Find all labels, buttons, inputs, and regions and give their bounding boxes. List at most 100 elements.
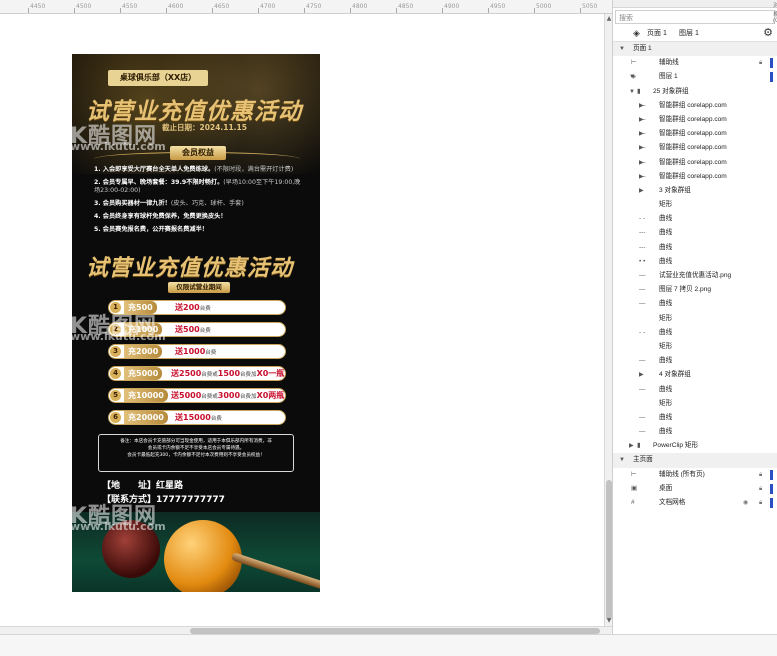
tree-row-label: 智能群组 corelapp.com (659, 158, 727, 166)
billiards-poster[interactable]: 桌球俱乐部（XX店） 试营业充值优惠活动 截止日期：2024.11.15 会员权… (72, 54, 320, 592)
tree-row[interactable]: ▶ — 智能群组 corelapp.com (613, 127, 777, 141)
object-type-icon: — (639, 272, 646, 279)
tree-row-label: 主页面 (633, 456, 653, 464)
benefit-text: 5. 会员赛免报名费，公开赛报名费减半！ (94, 226, 208, 233)
tree-row[interactable]: - - 曲线 (613, 212, 777, 226)
tree-row-label: 辅助线 (659, 59, 679, 67)
lock-icon[interactable]: 🔒︎ (759, 468, 762, 482)
tree-row[interactable]: — 试营业充值优惠活动.png (613, 269, 777, 283)
object-type-icon: — (639, 130, 646, 138)
object-type-icon: — (639, 286, 646, 294)
ruler-tick-mark (212, 8, 213, 13)
chevron-right-icon[interactable]: ▶ (629, 439, 634, 453)
tree-row[interactable]: — 曲线 (613, 297, 777, 311)
eye-icon[interactable]: ◉ (743, 496, 748, 510)
tree-row[interactable]: ▶ — 智能群组 corelapp.com (613, 170, 777, 184)
tree-row[interactable]: ▶ — 智能群组 corelapp.com (613, 141, 777, 155)
ruler-tick-mark (304, 8, 305, 13)
ruler-tick-mark (580, 8, 581, 13)
benefits-list: 1. 入会即享受大厅赛台全天单人免费练球。(不限时段，满台需开灯计费) 2. 会员… (94, 166, 306, 239)
tree-row[interactable]: - - 曲线 (613, 326, 777, 340)
watermark-url: www.ikutu.com (72, 140, 166, 153)
tree-row[interactable]: --- 曲线 (613, 226, 777, 240)
tree-row[interactable]: --- 曲线 (613, 241, 777, 255)
tree-row[interactable]: 矩形 (613, 312, 777, 326)
tier-bonus: 送1000台费 (175, 345, 216, 358)
tree-row-label: 智能群组 corelapp.com (659, 144, 727, 152)
chevron-down-icon[interactable]: ▼ (629, 85, 635, 99)
tier-bonus: 送2500台费或1500台费加X0一瓶 (171, 367, 284, 380)
tree-row[interactable]: ▶ 3 对象群组 (613, 184, 777, 198)
chevron-down-icon[interactable]: ▼ (619, 42, 625, 56)
ruler-tick-label: 4600 (168, 3, 184, 10)
tier-bonus: 送200台费 (175, 301, 211, 314)
tree-row-label: 矩形 (659, 342, 673, 350)
horizontal-ruler[interactable]: 4450 4500 4550 4600 4650 4700 4750 4800 4850 4900… (0, 0, 612, 14)
lock-icon[interactable]: 🔒︎ (759, 496, 762, 510)
ruler-tick-mark (396, 8, 397, 13)
tree-section-header[interactable]: ▼ 页面 1 (613, 42, 777, 57)
tree-row-label: 图层 7 拷贝 2.png (659, 286, 712, 294)
tree-row-label: 图层 1 (659, 73, 678, 81)
page-selector[interactable]: 页面 1 (647, 28, 667, 38)
tier-suffix-alt: 台费加 (240, 394, 257, 400)
member-benefits-badge: 会员权益 (170, 146, 226, 160)
tree-row[interactable]: — 图层 7 拷贝 2.png (613, 283, 777, 297)
tree-row[interactable]: ⊢ 辅助线 🔒︎ (613, 56, 777, 70)
tree-row[interactable]: 矩形 (613, 397, 777, 411)
tree-row-label: 曲线 (659, 300, 673, 308)
chevron-right-icon[interactable]: ▶ (639, 368, 644, 382)
tier-extra-gift: X0两瓶 (256, 391, 285, 400)
tree-section-header[interactable]: ▼ 主页面 (613, 453, 777, 468)
tier-bonus-value-alt: 1500 (217, 369, 241, 378)
layer-color-swatch (770, 483, 773, 494)
layer-color-swatch (770, 469, 773, 480)
tree-row[interactable]: ▶ ▮ PowerClip 矩形 (613, 439, 777, 453)
object-type-icon: ⊢ (631, 59, 637, 67)
chevron-down-icon[interactable]: ▼ (619, 453, 625, 467)
lock-icon[interactable]: 🔒︎ (759, 56, 762, 70)
tree-row-label: 文档网格 (659, 499, 686, 506)
tree-row[interactable]: ▣ 桌面 🔒︎ (613, 482, 777, 496)
object-search-input[interactable]: 搜索 (615, 10, 775, 24)
ruler-tick-mark (258, 8, 259, 13)
tree-row-label: 矩形 (659, 314, 673, 322)
tree-row[interactable]: ⊢ 辅助线 (所有页) 🔒︎ (613, 468, 777, 482)
tier-suffix: 台费 (205, 350, 217, 356)
tree-row[interactable]: ▶ — 智能群组 corelapp.com (613, 99, 777, 113)
tier-bonus-value: 送200 (175, 303, 200, 312)
ruler-tick-label: 4900 (444, 3, 460, 10)
chevron-right-icon[interactable]: ▶ (639, 184, 644, 198)
recharge-tier: 4 充5000 送2500台费或1500台费加X0一瓶 (108, 366, 286, 381)
recharge-tier: 3 充2000 送1000台费 (108, 344, 286, 359)
tree-row[interactable]: ▶ 4 对象群组 (613, 368, 777, 382)
ruler-tick-label: 4800 (352, 3, 368, 10)
object-type-icon: --- (639, 229, 646, 237)
lock-icon[interactable]: 🔒︎ (759, 482, 762, 496)
tree-row[interactable]: 矩形 (613, 340, 777, 354)
vertical-scrollbar[interactable]: ▲ ▼ (604, 14, 612, 626)
tree-row[interactable]: — 曲线 (613, 411, 777, 425)
tree-row[interactable]: ▼ ◈ 图层 1 (613, 70, 777, 84)
object-type-icon: --- (639, 243, 646, 251)
layer-selector[interactable]: 图层 1 (679, 28, 699, 38)
tree-row[interactable]: ▶ — 智能群组 corelapp.com (613, 113, 777, 127)
tree-row-label: 曲线 (659, 229, 673, 237)
tier-bonus-value: 送15000 (175, 413, 211, 422)
tree-row[interactable]: 矩形 (613, 198, 777, 212)
tree-row[interactable]: ▼ ▮ 25 对象群组 (613, 85, 777, 99)
gear-icon[interactable]: ⚙ (763, 26, 773, 39)
tree-row[interactable]: — 曲线 (613, 425, 777, 439)
tier-suffix: 台费或 (201, 372, 218, 378)
tree-row[interactable]: — 曲线 (613, 383, 777, 397)
object-type-icon: — (639, 300, 646, 308)
note-line: 会员卡最低起充300，卡内余额不足付本次费用则不享受会员权益！ (127, 453, 265, 458)
tree-row[interactable]: — 曲线 (613, 354, 777, 368)
tier-number: 6 (110, 412, 121, 423)
tree-row[interactable]: ▶ — 智能群组 corelapp.com (613, 156, 777, 170)
drawing-canvas[interactable]: 桌球俱乐部（XX店） 试营业充值优惠活动 截止日期：2024.11.15 会员权… (0, 14, 604, 626)
tree-row[interactable]: • • 曲线 (613, 255, 777, 269)
horizontal-scrollbar[interactable] (0, 626, 612, 634)
tree-row[interactable]: # 文档网格 ◉ 🔒︎ (613, 496, 777, 510)
tier-number: 5 (110, 390, 121, 401)
